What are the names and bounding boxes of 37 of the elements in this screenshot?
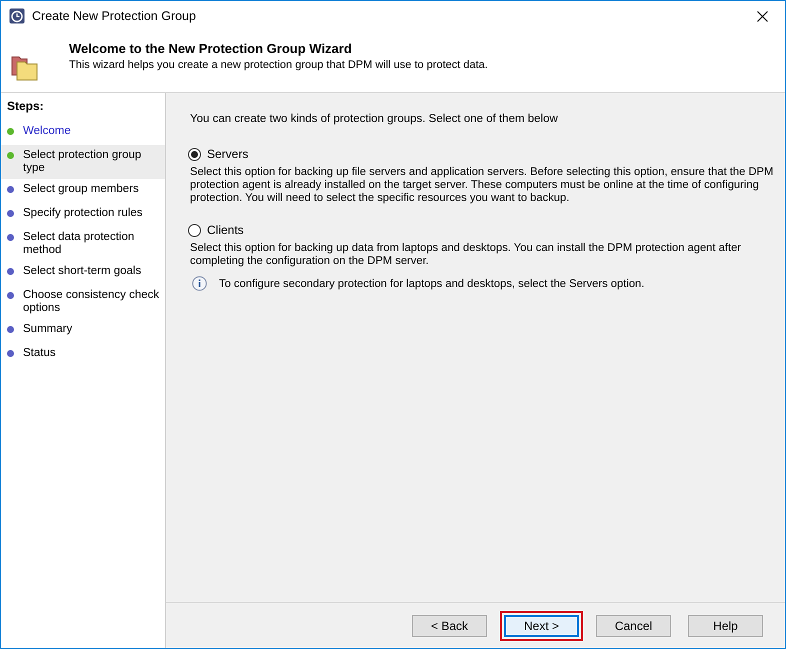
step-label: Status bbox=[23, 347, 56, 360]
intro-text: You can create two kinds of protection groups. Select one of them below bbox=[190, 113, 559, 125]
close-icon bbox=[756, 10, 768, 22]
step-item[interactable]: Choose consistency check options bbox=[1, 285, 165, 319]
info-note: To configure secondary protection for laptops and desktops, select the Servers option. bbox=[219, 278, 644, 290]
step-link[interactable]: Welcome bbox=[23, 125, 71, 138]
wizard-button[interactable]: Cancel bbox=[596, 614, 671, 636]
radio-option[interactable]: Clients bbox=[188, 223, 777, 237]
radio-button[interactable] bbox=[188, 148, 201, 160]
step-item[interactable]: Status bbox=[1, 343, 165, 367]
step-label: Select short-term goals bbox=[23, 265, 142, 278]
window-title: Create New Protection Group bbox=[32, 9, 196, 23]
step-item[interactable]: Select data protection method bbox=[1, 227, 165, 261]
option-description: Select this option for backing up data from laptops and desktops. You can install the DPM protection agent after completing the configuration on the DPM server. bbox=[190, 242, 742, 268]
wizard-title: Welcome to the New Protection Group Wizard bbox=[69, 41, 353, 56]
steps-heading: Steps: bbox=[6, 98, 45, 115]
step-item[interactable]: Select group members bbox=[1, 179, 165, 203]
step-item[interactable]: Specify protection rules bbox=[1, 203, 165, 227]
radio-option[interactable]: Servers bbox=[188, 147, 777, 161]
step-item[interactable]: Select short-term goals bbox=[1, 261, 165, 285]
radio-button[interactable] bbox=[188, 224, 201, 236]
step-label: Summary bbox=[23, 323, 72, 336]
wizard-button[interactable]: < Back bbox=[412, 614, 487, 636]
step-label: Select group members bbox=[23, 183, 139, 196]
wizard-button[interactable]: Help bbox=[688, 614, 763, 636]
clock-icon bbox=[9, 8, 25, 24]
wizard-subtitle: This wizard helps you create a new protection group that DPM will use to protect data. bbox=[69, 59, 488, 71]
info-icon bbox=[192, 276, 207, 291]
option-description: Select this option for backing up file servers and application servers. Before selecting this option, ensure that the DPM protection agent is already installed on the target server. These computers must be online at the time of configuring protection. You will need to select the specific resources you want to backup. bbox=[190, 166, 774, 205]
step-label: Select protection group type bbox=[23, 149, 142, 175]
step-item[interactable]: Welcome bbox=[1, 121, 165, 145]
step-label: Select data protection method bbox=[23, 231, 136, 257]
step-item[interactable]: Summary bbox=[1, 319, 165, 343]
wizard-button[interactable]: Next > bbox=[504, 614, 579, 636]
step-label: Choose consistency check options bbox=[23, 289, 160, 315]
step-item[interactable]: Select protection group type bbox=[1, 145, 165, 179]
step-label: Specify protection rules bbox=[23, 207, 143, 220]
